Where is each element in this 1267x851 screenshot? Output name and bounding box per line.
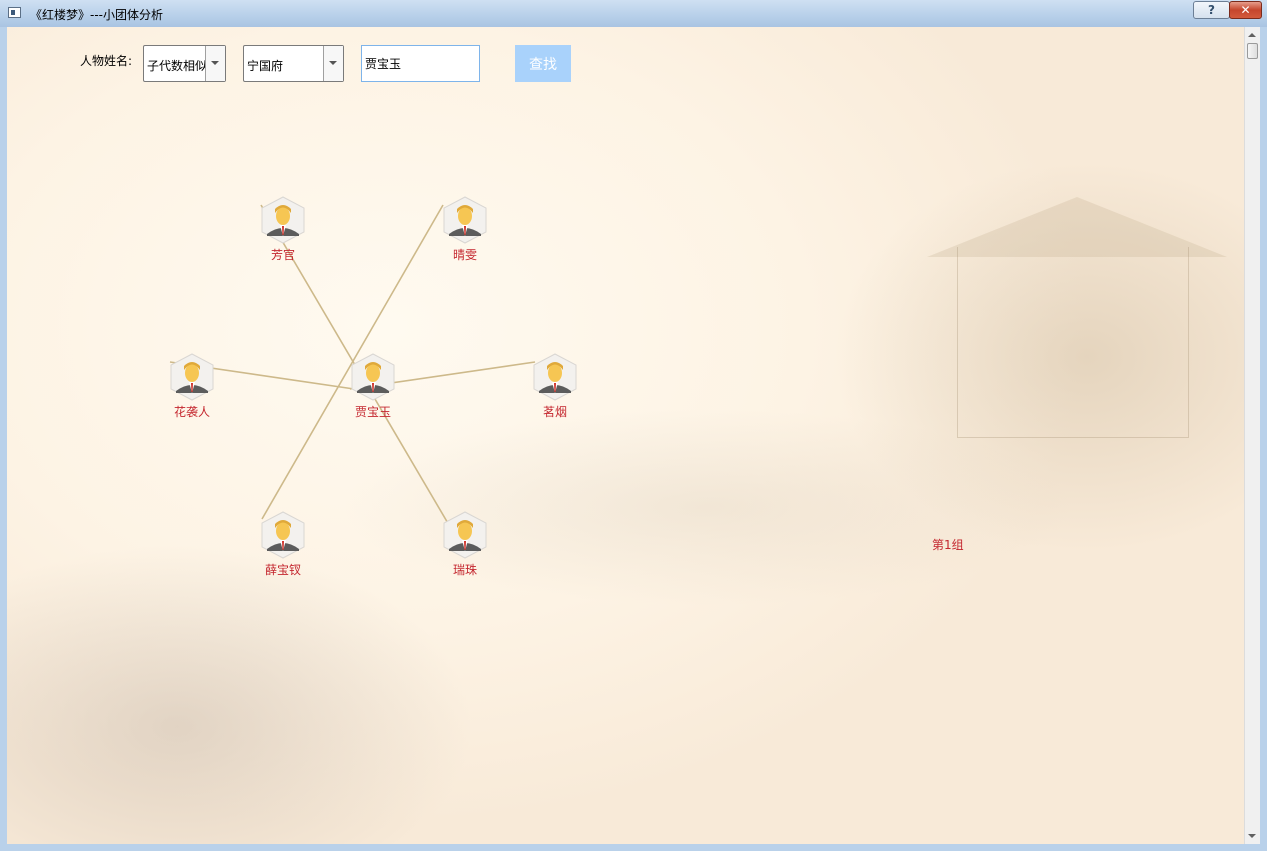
person-node-5[interactable]: 薛宝钗 <box>253 511 313 577</box>
window-frame-right <box>1260 27 1267 851</box>
scroll-thumb[interactable] <box>1247 43 1258 59</box>
person-node-center[interactable]: 贾宝玉 <box>343 353 403 419</box>
person-avatar-icon <box>533 353 577 401</box>
help-button[interactable]: ? <box>1193 1 1230 19</box>
scroll-down-icon[interactable] <box>1248 834 1256 838</box>
person-node-4[interactable]: 茗烟 <box>525 353 585 419</box>
node-label-center: 贾宝玉 <box>354 405 391 419</box>
person-avatar-icon <box>351 353 395 401</box>
node-label-2: 晴雯 <box>452 248 477 262</box>
person-node-3[interactable]: 花袭人 <box>162 353 222 419</box>
node-label-3: 花袭人 <box>173 405 210 419</box>
person-avatar-icon <box>443 511 487 559</box>
person-avatar-icon <box>170 353 214 401</box>
person-node-6[interactable]: 瑞珠 <box>435 511 495 577</box>
window-title: 《红楼梦》---小团体分析 <box>30 8 163 22</box>
person-avatar-icon <box>261 511 305 559</box>
close-button[interactable]: ✕ <box>1229 1 1262 19</box>
app-icon <box>8 7 21 18</box>
vertical-scrollbar[interactable] <box>1244 27 1260 844</box>
scroll-up-icon[interactable] <box>1248 33 1256 37</box>
group-label: 第1组 <box>932 538 964 552</box>
node-label-5: 薛宝钗 <box>264 563 301 577</box>
window-frame-bottom <box>0 844 1267 851</box>
window-frame-left <box>0 27 7 851</box>
main-panel: 人物姓名: 子代数相似 宁国府 查找 贾宝玉 <box>7 27 1244 844</box>
node-label-4: 茗烟 <box>542 405 567 419</box>
person-node-1[interactable]: 芳官 <box>253 196 313 262</box>
node-label-6: 瑞珠 <box>452 563 477 577</box>
title-bar: 《红楼梦》---小团体分析 ? ✕ <box>0 0 1267 28</box>
person-node-2[interactable]: 晴雯 <box>435 196 495 262</box>
node-label-1: 芳官 <box>270 248 295 262</box>
person-avatar-icon <box>261 196 305 244</box>
person-avatar-icon <box>443 196 487 244</box>
relationship-graph <box>169 204 536 526</box>
